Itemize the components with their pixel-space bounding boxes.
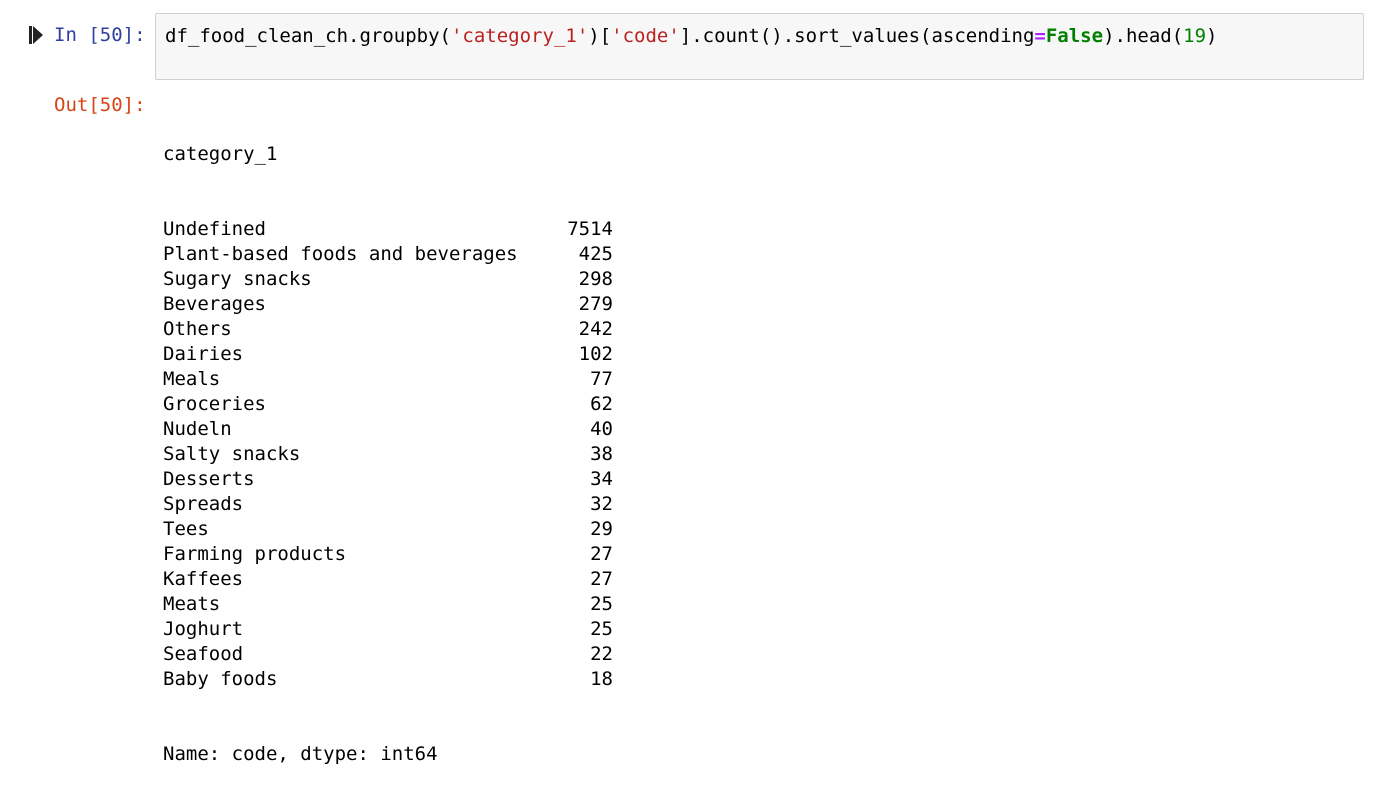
row-label: Spreads (163, 493, 244, 515)
series-footer: Name: code, dtype: int64 (163, 742, 613, 767)
index-name: category_1 (163, 142, 613, 167)
code-token: 19 (1183, 25, 1207, 47)
row-value: 38 (590, 443, 613, 465)
row-label: Nudeln (163, 418, 232, 440)
row-label: Joghurt (163, 618, 244, 640)
row-value: 27 (590, 568, 613, 590)
row-value: 62 (590, 393, 613, 415)
row-label: Farming products (163, 543, 347, 565)
row-value: 25 (590, 618, 613, 640)
row-label: Others (163, 318, 232, 340)
row-label: Groceries (163, 393, 266, 415)
step-forward-icon[interactable] (29, 26, 43, 44)
series-row: Joghurt 25 (163, 617, 613, 642)
code-token: 'code' (611, 25, 680, 47)
code-token: )[ (588, 25, 612, 47)
series-row: Baby foods 18 (163, 667, 613, 692)
code-token: 'category_1' (450, 25, 589, 47)
series-row: Undefined 7514 (163, 217, 613, 242)
row-label: Meats (163, 593, 221, 615)
series-row: Others 242 (163, 317, 613, 342)
code-token: False (1045, 25, 1104, 47)
row-value: 279 (578, 293, 613, 315)
output-prompt: Out[50]: (54, 94, 146, 116)
series-rows: Undefined 7514 Plant-based foods and bever… (163, 217, 613, 692)
series-row: Meats 25 (163, 592, 613, 617)
row-label: Beverages (163, 293, 266, 315)
row-value: 25 (590, 593, 613, 615)
series-row: Tees 29 (163, 517, 613, 542)
row-label: Undefined (163, 218, 266, 240)
code-token: ).head( (1103, 25, 1184, 47)
series-row: Meals 77 (163, 367, 613, 392)
row-label: Desserts (163, 468, 255, 490)
series-footer-text: Name: code, dtype: int64 (163, 743, 438, 765)
row-value: 34 (590, 468, 613, 490)
series-row: Dairies 102 (163, 342, 613, 367)
row-value: 22 (590, 643, 613, 665)
series-row: Beverages 279 (163, 292, 613, 317)
row-label: Seafood (163, 643, 244, 665)
series-row: Plant-based foods and beverages 425 (163, 242, 613, 267)
series-row: Groceries 62 (163, 392, 613, 417)
row-value: 40 (590, 418, 613, 440)
series-row: Sugary snacks 298 (163, 267, 613, 292)
code-token: ].count().sort_values(ascending (679, 25, 1035, 47)
row-label: Meals (163, 368, 221, 390)
index-name-text: category_1 (163, 143, 278, 165)
row-value: 29 (590, 518, 613, 540)
row-value: 32 (590, 493, 613, 515)
series-row: Kaffees 27 (163, 567, 613, 592)
row-label: Tees (163, 518, 209, 540)
row-value: 77 (590, 368, 613, 390)
row-value: 27 (590, 543, 613, 565)
row-value: 18 (590, 668, 613, 690)
row-label: Dairies (163, 343, 244, 365)
code-line[interactable]: df_food_clean_ch.groupby('category_1')['… (165, 23, 1217, 49)
output-area: category_1 Undefined 7514 Plant-based food… (163, 92, 613, 792)
series-row: Farming products 27 (163, 542, 613, 567)
code-cell-editor[interactable]: df_food_clean_ch.groupby('category_1')['… (155, 13, 1364, 80)
row-label: Baby foods (163, 668, 278, 690)
row-value: 7514 (567, 218, 613, 240)
series-row: Spreads 32 (163, 492, 613, 517)
input-prompt: In [50]: (54, 24, 146, 46)
row-value: 242 (578, 318, 613, 340)
code-token: ) (1206, 25, 1218, 47)
row-label: Salty snacks (163, 443, 301, 465)
series-row: Nudeln 40 (163, 417, 613, 442)
series-row: Desserts 34 (163, 467, 613, 492)
row-label: Plant-based foods and beverages (163, 243, 518, 265)
row-value: 102 (578, 343, 613, 365)
code-token: df_food_clean_ch.groupby( (165, 25, 451, 47)
row-label: Kaffees (163, 568, 244, 590)
row-label: Sugary snacks (163, 268, 312, 290)
series-row: Salty snacks 38 (163, 442, 613, 467)
code-token: = (1034, 25, 1046, 47)
series-row: Seafood 22 (163, 642, 613, 667)
row-value: 425 (578, 243, 613, 265)
row-value: 298 (578, 268, 613, 290)
